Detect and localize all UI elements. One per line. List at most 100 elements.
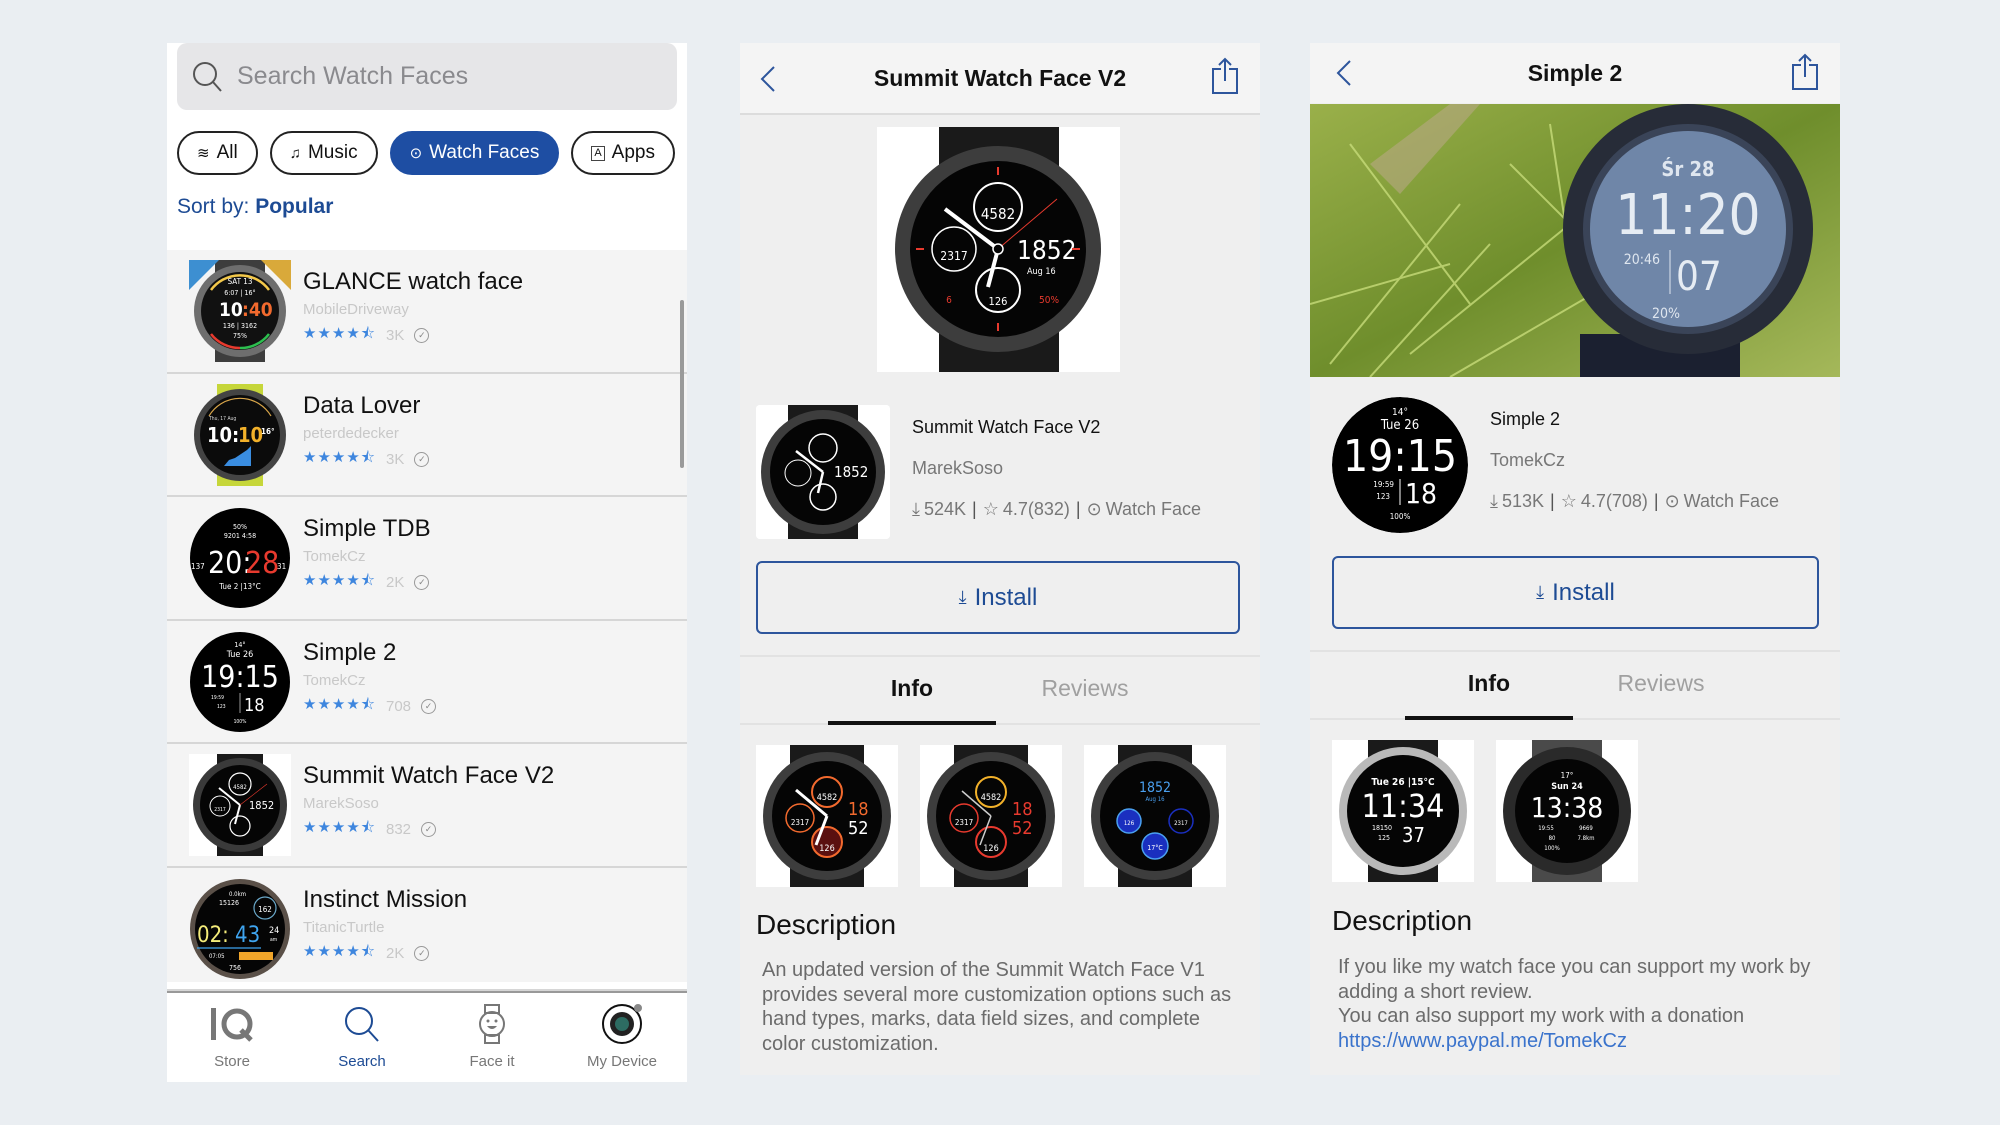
back-chevron-icon[interactable] <box>1330 57 1360 89</box>
shot-text: 1852 <box>1139 780 1171 796</box>
list-item[interactable]: SAT 13 6:07 | 16° 10 :40 136 | 3162 75% … <box>167 250 687 374</box>
tab-info[interactable]: Info <box>1405 670 1573 697</box>
list-item[interactable]: 0.0km 15126 162 02: 43 24 am 07:05 756 I… <box>167 868 687 991</box>
screenshot-thumbnail[interactable]: 1852 Aug 16 126 2317 17°C <box>1084 745 1226 887</box>
sort-control[interactable]: Sort by: Popular <box>177 195 333 219</box>
screenshot-gallery: 4582 2317 18 52 126 4582 2317 18 52 126 … <box>756 745 1226 887</box>
star-rating: ★★★★⯪ <box>303 448 376 466</box>
screenshot-thumbnail[interactable]: 4582 2317 18 52 126 <box>920 745 1062 887</box>
screenshot-thumbnail[interactable]: 17° Sun 24 13:38 19:55 9669 80 7.8km 100… <box>1496 740 1638 882</box>
shot-text: 2317 <box>1174 820 1188 827</box>
sort-value[interactable]: Popular <box>255 195 333 218</box>
list-item[interactable]: 4582 2317 1852 Summit Watch Face V2 Mare… <box>167 744 687 868</box>
description-text: If you like my watch face you can suppor… <box>1338 955 1838 1053</box>
icon-text: 123 <box>1376 492 1390 501</box>
thumb-text: Tue 26 <box>226 650 254 660</box>
item-author: MarekSoso <box>303 795 379 812</box>
list-scrollbar[interactable] <box>680 300 684 468</box>
hero-text: 20:46 <box>1624 252 1660 268</box>
list-item[interactable]: Thu, 17 Aug 10: 10 16° Data Lover peterd… <box>167 374 687 497</box>
hero-text: 126 <box>989 295 1008 308</box>
hero-text: 6 <box>946 295 952 306</box>
tab-my-device[interactable]: My Device <box>557 993 687 1082</box>
thumb-text: 123 <box>217 704 226 710</box>
search-bar[interactable] <box>177 43 677 110</box>
watch-face-type-icon: ✓ <box>414 328 430 343</box>
share-icon[interactable] <box>1790 53 1820 91</box>
install-button[interactable]: ⤓ Install <box>756 561 1240 634</box>
shot-text: 126 <box>983 844 998 854</box>
thumb-text: 1852 <box>249 799 274 812</box>
download-count: 513K <box>1501 491 1545 511</box>
share-icon[interactable] <box>1210 57 1240 95</box>
screenshot-thumbnail[interactable]: Tue 26 |15°C 11:34 18150 125 37 <box>1332 740 1474 882</box>
shot-text: 19:55 <box>1538 825 1554 832</box>
thumb-text: 9201 4:58 <box>224 532 256 540</box>
thumb-text: 50% <box>233 523 247 531</box>
shot-text: 17° <box>1561 771 1574 780</box>
tab-info[interactable]: Info <box>828 675 996 702</box>
filter-chip-label: All <box>216 142 238 163</box>
filter-chip-apps[interactable]: A Apps <box>571 131 675 175</box>
thumb-text: :40 <box>242 299 273 321</box>
filter-chip-music[interactable]: ♫ Music <box>269 131 378 175</box>
thumb-text: 14° <box>234 641 245 649</box>
my-device-icon <box>600 1001 644 1047</box>
active-tab-indicator <box>1405 716 1573 720</box>
thumb-text: 136 | 3162 <box>223 322 257 330</box>
app-name: Simple 2 <box>1490 409 1561 429</box>
icon-text: 100% <box>1390 512 1411 521</box>
thumb-text: 10 <box>219 299 243 321</box>
filter-chip-all[interactable]: ≋ All <box>177 131 258 175</box>
shot-text: 52 <box>848 818 869 839</box>
shot-text: 7.8km <box>1578 835 1595 842</box>
screenshot-thumbnail[interactable]: 4582 2317 18 52 126 <box>756 745 898 887</box>
review-count: 2K <box>386 574 405 591</box>
thumb-text: 4582 <box>233 784 247 791</box>
app-author[interactable]: MarekSoso <box>912 458 1201 479</box>
thumb-text: Thu, 17 Aug <box>208 416 236 422</box>
tab-label: Face it <box>469 1053 515 1070</box>
app-author[interactable]: TomekCz <box>1490 450 1779 471</box>
back-chevron-icon[interactable] <box>754 63 784 95</box>
thumb-text: Tue 2 |13°C <box>218 582 261 591</box>
detail-tabs: Info Reviews <box>1310 650 1840 720</box>
star-rating: ★★★★⯪ <box>303 942 376 960</box>
download-icon: ⤓ <box>958 587 967 607</box>
item-author: TomekCz <box>303 548 366 565</box>
watch-face-type-icon: ✓ <box>421 698 437 714</box>
filter-chip-watch-faces[interactable]: ⊙ Watch Faces <box>389 131 560 175</box>
thumb-text: 19:59 <box>211 695 224 701</box>
search-input[interactable] <box>237 62 657 91</box>
tab-face-it[interactable]: Face it <box>427 993 557 1082</box>
list-item[interactable]: 50% 9201 4:58 137 20: 28 31 Tue 2 |13°C … <box>167 497 687 621</box>
shot-text: 2317 <box>955 818 973 827</box>
shot-text: Aug 16 <box>1145 796 1165 803</box>
watch-face-icon: ⊙ <box>409 145 423 162</box>
watch-face-type-icon: ✓ <box>421 822 437 837</box>
hero-text: 1852 <box>1017 236 1077 266</box>
shot-text: 37 <box>1402 823 1425 847</box>
tab-label: Store <box>214 1053 250 1070</box>
watch-thumbnail: 14° Tue 26 19:15 19:59 123 18 100% <box>190 631 290 732</box>
install-button[interactable]: ⤓ Install <box>1332 556 1819 629</box>
summit-detail-screen: Summit Watch Face V2 4582 2317 1852 Aug … <box>740 43 1260 1075</box>
item-author: TomekCz <box>303 671 366 689</box>
shot-text: 13:38 <box>1531 791 1604 824</box>
tab-search[interactable]: Search <box>297 993 427 1082</box>
star-outline-icon: ☆ <box>1560 491 1577 511</box>
tab-store[interactable]: Store <box>167 993 297 1082</box>
donation-link[interactable]: https://www.paypal.me/TomekCz <box>1338 1030 1627 1052</box>
shot-text: 9669 <box>1579 825 1593 832</box>
tab-reviews[interactable]: Reviews <box>1001 675 1169 702</box>
thumb-text: 07:05 <box>209 953 225 960</box>
hero-text: 2317 <box>940 249 967 263</box>
tab-reviews[interactable]: Reviews <box>1577 670 1745 697</box>
hero-text: 11:20 <box>1615 183 1760 248</box>
search-icon <box>343 1001 381 1047</box>
list-item[interactable]: 14° Tue 26 19:15 19:59 123 18 100% Simpl… <box>167 621 687 744</box>
search-icon <box>193 61 222 92</box>
item-author: peterdedecker <box>303 424 399 442</box>
nav-bar: Simple 2 <box>1310 43 1840 103</box>
thumb-text: am <box>270 937 277 943</box>
